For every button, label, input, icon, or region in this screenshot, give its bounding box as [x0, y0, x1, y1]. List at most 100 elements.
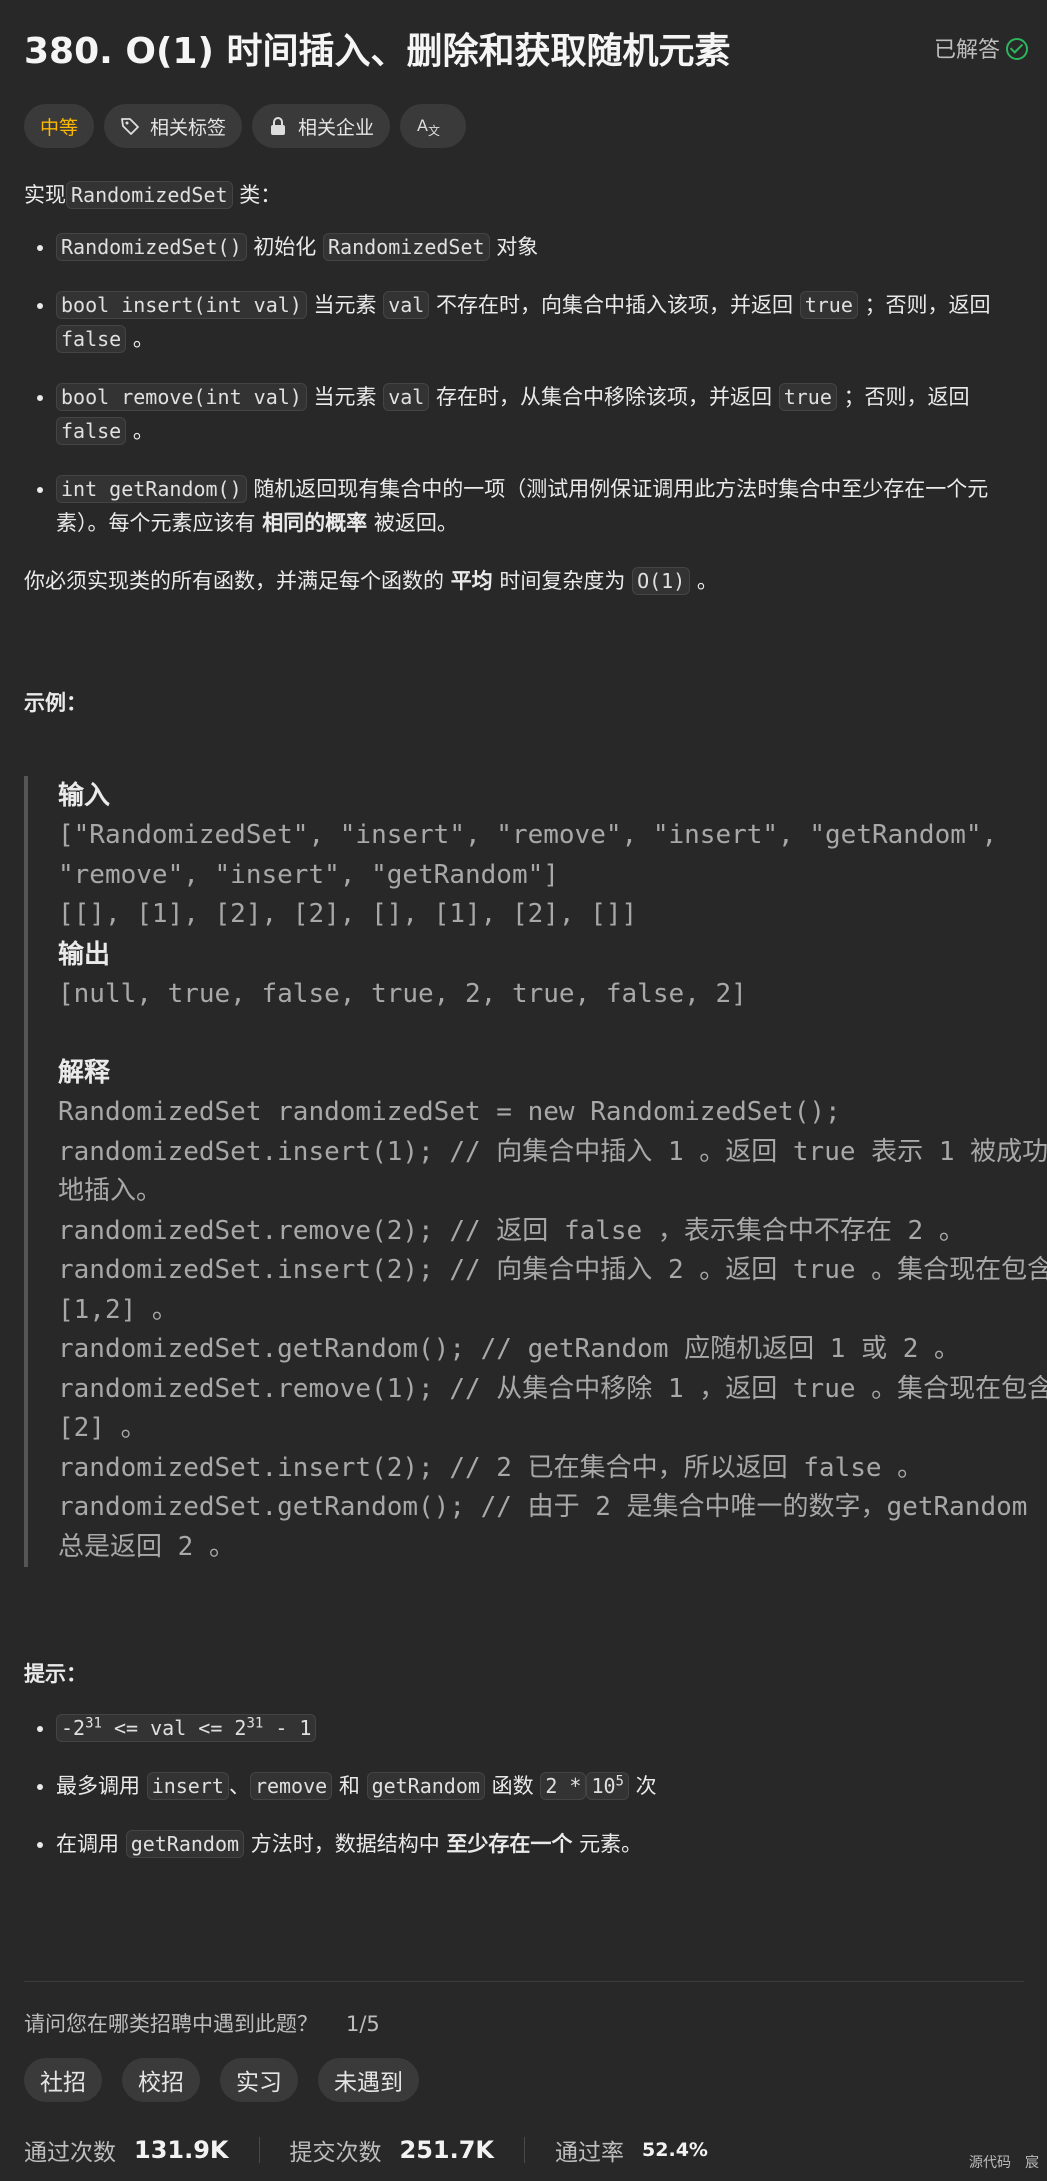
svg-text:文: 文	[428, 123, 440, 137]
option-not-encountered[interactable]: 未遇到	[318, 2058, 419, 2102]
inline-code: remove	[249, 1772, 333, 1800]
inline-code: getRandom	[125, 1830, 245, 1858]
explanation-label: 解释	[58, 1058, 111, 1088]
related-tags-label: 相关标签	[150, 116, 227, 139]
inline-code: RandomizedSet	[323, 233, 490, 261]
superscript: 31	[85, 1715, 102, 1732]
complexity-requirement: 你必须实现类的所有函数，并满足每个函数的 平均 时间复杂度为 O(1) 。	[24, 564, 1024, 598]
input-label: 输入	[58, 781, 111, 811]
text: 被返回。	[373, 511, 458, 535]
input-text: ["RandomizedSet", "insert", "remove", "i…	[58, 820, 998, 929]
related-tags-button[interactable]: 相关标签	[104, 104, 243, 148]
inline-code: getRandom	[366, 1772, 485, 1800]
option-social-recruit[interactable]: 社招	[24, 2058, 102, 2102]
separator	[258, 2137, 260, 2163]
text: 。	[132, 327, 154, 351]
example-block: 输入 ["RandomizedSet", "insert", "remove",…	[24, 776, 1047, 1567]
inline-code: insert	[146, 1772, 229, 1800]
list-item: 在调用 getRandom 方法时，数据结构中 至少存在一个 元素。	[56, 1827, 1024, 1861]
inline-code: 2 *	[540, 1772, 587, 1800]
text: 时间复杂度为	[499, 569, 626, 593]
list-item: int getRandom() 随机返回现有集合中的一项（测试用例保证调用此方法…	[56, 472, 1024, 540]
solved-status: 已解答	[934, 32, 1028, 64]
rate-label: 通过率	[555, 2140, 625, 2166]
title-row: 380. O(1) 时间插入、删除和获取随机元素 已解答	[24, 22, 1028, 74]
text: 方法时，数据结构中	[250, 1832, 440, 1856]
problem-description: 实现RandomizedSet 类： RandomizedSet() 初始化 R…	[24, 178, 1024, 720]
text: 。	[696, 569, 718, 593]
text: 和	[338, 1774, 360, 1798]
text: 你必须实现类的所有函数，并满足每个函数的	[24, 569, 444, 593]
method-list: RandomizedSet() 初始化 RandomizedSet 对象 boo…	[24, 230, 1024, 540]
related-companies-button[interactable]: 相关企业	[252, 104, 391, 148]
intro-line: 实现 RandomizedSet 类：	[24, 178, 1024, 212]
translate-button[interactable]: A文	[400, 104, 467, 148]
text: 。	[132, 419, 154, 443]
inline-code: 105	[586, 1772, 629, 1800]
option-campus-recruit[interactable]: 校招	[122, 2058, 200, 2102]
accepted-value: 131.9K	[134, 2136, 229, 2164]
inline-code: O(1)	[632, 567, 691, 595]
text: ；否则，返回	[843, 385, 970, 409]
tag-icon	[121, 118, 139, 135]
survey-question: 请问您在哪类招聘中遇到此题？ 1/5	[24, 2008, 380, 2038]
inline-code: RandomizedSet()	[56, 233, 247, 261]
list-item: bool remove(int val) 当元素 val 存在时，从集合中移除该…	[56, 380, 1024, 448]
output-text: [null, true, false, true, 2, true, false…	[58, 978, 747, 1009]
inline-code: bool remove(int val)	[56, 383, 307, 411]
solved-label: 已解答	[933, 38, 1000, 63]
inline-code: false	[56, 417, 127, 445]
survey-page-indicator: 1/5	[346, 2012, 380, 2036]
bold-text: 至少存在一个	[446, 1832, 573, 1856]
text: 元素。	[579, 1832, 643, 1856]
example-heading: 示例：	[24, 691, 87, 715]
constraints-section: 提示： -231 <= val <= 231 - 1 最多调用 insert、r…	[24, 1657, 1024, 1885]
problem-title[interactable]: 380. O(1) 时间插入、删除和获取随机元素	[24, 22, 730, 74]
rate-value: 52.4%	[642, 2139, 708, 2161]
tag-bar: 中等 相关标签 相关企业 A文	[24, 104, 467, 148]
text: 类：	[239, 183, 282, 207]
submitted-label: 提交次数	[289, 2140, 382, 2166]
text: 初始化	[253, 235, 317, 259]
survey-options: 社招 校招 实习 未遇到	[24, 2058, 419, 2102]
text: -2	[61, 1716, 86, 1740]
text: <= val <= 2	[101, 1716, 247, 1740]
translate-icon: A文	[417, 116, 440, 137]
text: 函数	[491, 1774, 534, 1798]
inline-code: true	[778, 383, 837, 411]
inline-code: false	[56, 325, 127, 353]
corner-watermark: 源代码 宸	[969, 2155, 1039, 2171]
text: 不存在时，向集合中插入该项，并返回	[436, 293, 794, 317]
superscript: 5	[615, 1773, 624, 1790]
bold-text: 平均	[450, 569, 493, 593]
text: 最多调用	[56, 1774, 140, 1798]
list-item: RandomizedSet() 初始化 RandomizedSet 对象	[56, 230, 1024, 264]
text: - 1	[263, 1716, 312, 1740]
inline-code: bool insert(int val)	[56, 291, 307, 319]
explanation-text: RandomizedSet randomizedSet = new Random…	[58, 1097, 1047, 1562]
survey-question-text: 请问您在哪类招聘中遇到此题？	[24, 2012, 318, 2036]
text: 在调用	[56, 1832, 119, 1856]
inline-code: RandomizedSet	[66, 181, 233, 209]
constraints-heading: 提示：	[24, 1662, 87, 1686]
bold-text: 相同的概率	[262, 511, 368, 535]
difficulty-badge[interactable]: 中等	[24, 104, 95, 148]
text: 实现	[24, 183, 66, 207]
text: 对象	[496, 235, 539, 259]
constraints-list: -231 <= val <= 231 - 1 最多调用 insert、remov…	[24, 1711, 1024, 1861]
list-item: bool insert(int val) 当元素 val 不存在时，向集合中插入…	[56, 288, 1024, 356]
inline-code: val	[383, 291, 430, 319]
stats-bar: 通过次数 131.9K 提交次数 251.7K 通过率 52.4%	[24, 2128, 1024, 2172]
list-item: -231 <= val <= 231 - 1	[56, 1711, 1024, 1745]
text: 存在时，从集合中移除该项，并返回	[436, 385, 773, 409]
option-internship[interactable]: 实习	[220, 2058, 298, 2102]
submitted-value: 251.7K	[399, 2136, 495, 2164]
separator	[524, 2137, 526, 2163]
text: 次	[635, 1774, 657, 1798]
inline-code: -231 <= val <= 231 - 1	[56, 1714, 317, 1742]
output-label: 输出	[58, 939, 111, 970]
text: 、	[228, 1774, 250, 1798]
inline-code: val	[383, 383, 430, 411]
superscript: 31	[246, 1715, 264, 1732]
text: 当元素	[313, 385, 377, 409]
